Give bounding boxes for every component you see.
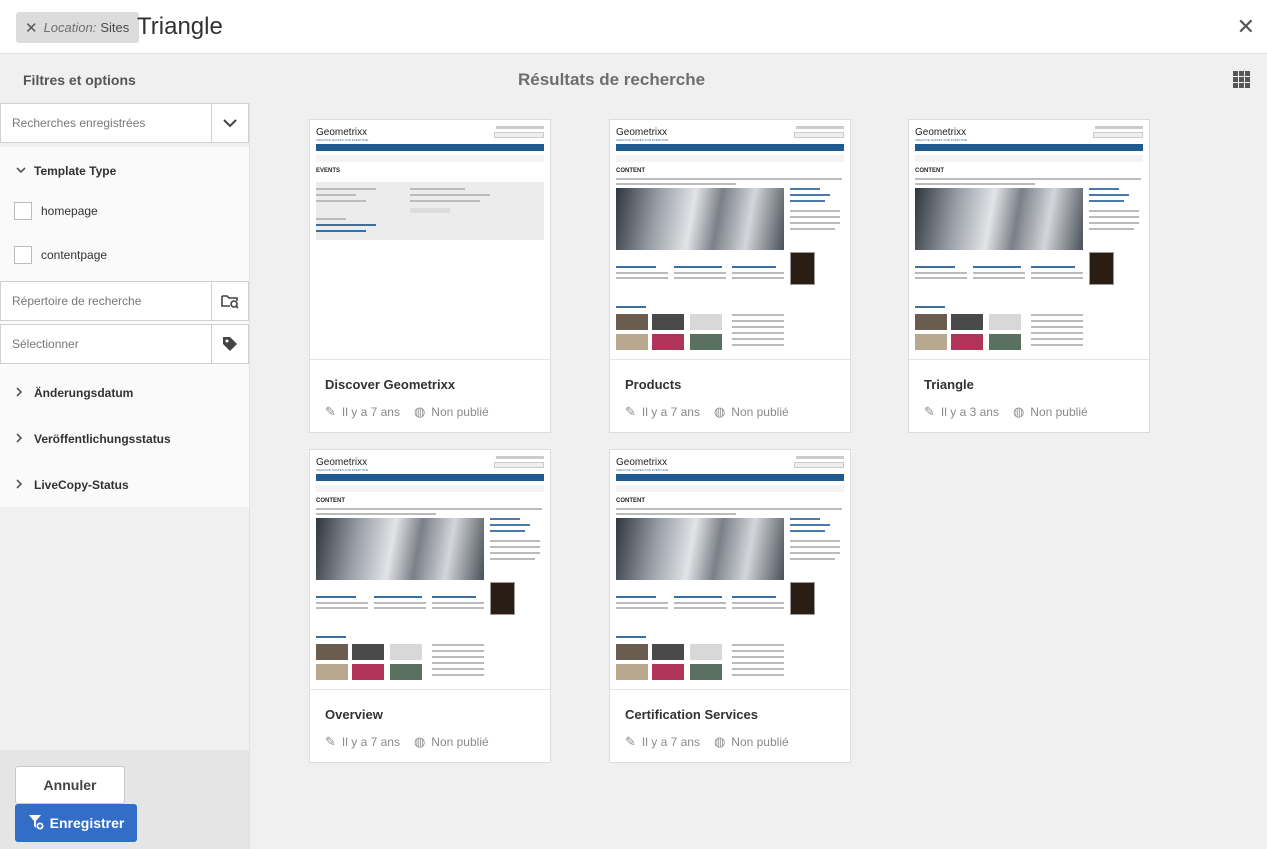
thumb-tagline: CREATIVE SHAPES FOR EVERYONE <box>915 138 968 142</box>
publish-status: Non publié <box>731 735 789 749</box>
search-directory-field[interactable]: Répertoire de recherche <box>0 281 249 321</box>
publish-status: Non publié <box>731 405 789 419</box>
thumb-logo: Geometrixx <box>915 127 967 138</box>
pencil-icon: ✎ <box>924 404 935 419</box>
thumb-heading: CONTENT <box>616 168 645 174</box>
chevron-down-icon <box>16 165 26 177</box>
close-icon[interactable]: ✕ <box>25 19 38 37</box>
checkbox-box[interactable] <box>14 202 32 220</box>
template-type-label: Template Type <box>34 164 117 178</box>
tags-select-field[interactable]: Sélectionner <box>0 324 249 364</box>
card-meta: ✎ Il y a 7 ans ◍ Non publié <box>325 404 489 420</box>
pencil-icon: ✎ <box>325 734 336 749</box>
search-bar: ✕ Location: Sites Triangle ✕ <box>0 0 1267 54</box>
location-tag[interactable]: ✕ Location: Sites <box>16 12 140 43</box>
pencil-icon: ✎ <box>625 734 636 749</box>
checkbox-homepage[interactable]: homepage <box>14 202 98 220</box>
result-card[interactable]: Geometrixx CREATIVE SHAPES FOR EVERYONE E… <box>309 119 551 433</box>
filter-rail: Recherches enregistrées Template Type ho… <box>0 102 250 849</box>
globe-icon: ◍ <box>413 404 426 419</box>
globe-icon: ◍ <box>713 404 726 419</box>
page-thumbnail[interactable]: Geometrixx CREATIVE SHAPES FOR EVERYONE C… <box>610 450 850 690</box>
cancel-button[interactable]: Annuler <box>15 766 125 804</box>
page-thumbnail[interactable]: Geometrixx CREATIVE SHAPES FOR EVERYONE C… <box>310 450 550 690</box>
globe-icon: ◍ <box>713 734 726 749</box>
modified-time: Il y a 7 ans <box>341 735 400 749</box>
result-card[interactable]: Geometrixx CREATIVE SHAPES FOR EVERYONE C… <box>609 119 851 433</box>
card-title: Discover Geometrixx <box>325 377 456 392</box>
folder-search-icon[interactable] <box>211 282 248 320</box>
card-meta: ✎ Il y a 7 ans ◍ Non publié <box>625 404 789 420</box>
result-card[interactable]: Geometrixx CREATIVE SHAPES FOR EVERYONE C… <box>309 449 551 763</box>
page-thumbnail[interactable]: Geometrixx CREATIVE SHAPES FOR EVERYONE C… <box>909 120 1149 360</box>
tags-select-placeholder: Sélectionner <box>12 337 79 351</box>
thumb-tagline: CREATIVE SHAPES FOR EVERYONE <box>616 138 669 142</box>
page-thumbnail[interactable]: Geometrixx CREATIVE SHAPES FOR EVERYONE E… <box>310 120 550 360</box>
accordion-label: Veröffentlichungsstatus <box>34 432 171 446</box>
close-search-icon[interactable]: ✕ <box>1237 16 1255 38</box>
subheader: Filtres et options Résultats de recherch… <box>0 54 1267 102</box>
card-title: Triangle <box>924 377 974 392</box>
card-meta: ✎ Il y a 7 ans ◍ Non publié <box>625 734 789 750</box>
accordion-label: Änderungsdatum <box>34 386 134 400</box>
modified-time: Il y a 3 ans <box>940 405 999 419</box>
thumb-logo: Geometrixx <box>316 127 368 138</box>
thumb-heading: CONTENT <box>915 168 944 174</box>
checkbox-contentpage[interactable]: contentpage <box>14 246 107 264</box>
chevron-down-icon[interactable] <box>211 104 248 142</box>
thumb-heading: EVENTS <box>316 168 341 174</box>
thumb-logo: Geometrixx <box>616 127 668 138</box>
template-type-header[interactable]: Template Type <box>16 164 116 178</box>
thumb-logo: Geometrixx <box>616 457 668 468</box>
thumb-heading: CONTENT <box>316 498 345 504</box>
modified-time: Il y a 7 ans <box>341 405 400 419</box>
location-key: Location: <box>43 20 97 35</box>
thumb-tagline: CREATIVE SHAPES FOR EVERYONE <box>316 468 369 472</box>
pencil-icon: ✎ <box>325 404 336 419</box>
page-thumbnail[interactable]: Geometrixx CREATIVE SHAPES FOR EVERYONE C… <box>610 120 850 360</box>
globe-icon: ◍ <box>1012 404 1025 419</box>
modified-time: Il y a 7 ans <box>641 405 700 419</box>
saved-searches-select[interactable]: Recherches enregistrées <box>0 103 249 143</box>
thumb-logo: Geometrixx <box>316 457 368 468</box>
save-label: Enregistrer <box>49 815 125 831</box>
results-grid: Geometrixx CREATIVE SHAPES FOR EVERYONE E… <box>250 102 1267 849</box>
checkbox-box[interactable] <box>14 246 32 264</box>
card-title: Certification Services <box>625 707 758 722</box>
accordion-label: LiveCopy-Status <box>34 478 129 492</box>
search-directory-placeholder: Répertoire de recherche <box>12 294 142 308</box>
chevron-right-icon <box>16 432 26 446</box>
pencil-icon: ✎ <box>625 404 636 419</box>
publish-status: Non publié <box>431 735 489 749</box>
card-meta: ✎ Il y a 7 ans ◍ Non publié <box>325 734 489 750</box>
results-title: Résultats de recherche <box>518 70 706 89</box>
search-input[interactable]: Triangle <box>137 13 223 41</box>
accordion-livecopy-status[interactable]: LiveCopy-Status <box>16 478 129 492</box>
publish-status: Non publié <box>431 405 489 419</box>
chevron-right-icon <box>16 386 26 400</box>
thumb-tagline: CREATIVE SHAPES FOR EVERYONE <box>616 468 669 472</box>
result-card[interactable]: Geometrixx CREATIVE SHAPES FOR EVERYONE C… <box>908 119 1150 433</box>
card-title: Overview <box>325 707 383 722</box>
checkbox-label: homepage <box>41 204 98 218</box>
tag-icon[interactable] <box>211 325 248 363</box>
accordion-modified-date[interactable]: Änderungsdatum <box>16 386 133 400</box>
checkbox-label: contentpage <box>41 248 108 262</box>
chevron-right-icon <box>16 478 26 492</box>
card-view-icon[interactable] <box>1233 71 1250 88</box>
location-value: Sites <box>100 20 130 35</box>
result-card[interactable]: Geometrixx CREATIVE SHAPES FOR EVERYONE C… <box>609 449 851 763</box>
thumb-heading: CONTENT <box>616 498 645 504</box>
card-meta: ✎ Il y a 3 ans ◍ Non publié <box>924 404 1088 420</box>
saved-searches-placeholder: Recherches enregistrées <box>12 116 146 130</box>
card-title: Products <box>625 377 682 392</box>
filter-add-icon <box>28 814 44 833</box>
globe-icon: ◍ <box>413 734 426 749</box>
filters-title: Filtres et options <box>23 72 136 88</box>
save-search-button[interactable]: Enregistrer <box>15 804 137 842</box>
modified-time: Il y a 7 ans <box>641 735 700 749</box>
thumb-tagline: CREATIVE SHAPES FOR EVERYONE <box>316 138 369 142</box>
accordion-publication-status[interactable]: Veröffentlichungsstatus <box>16 432 171 446</box>
publish-status: Non publié <box>1030 405 1088 419</box>
